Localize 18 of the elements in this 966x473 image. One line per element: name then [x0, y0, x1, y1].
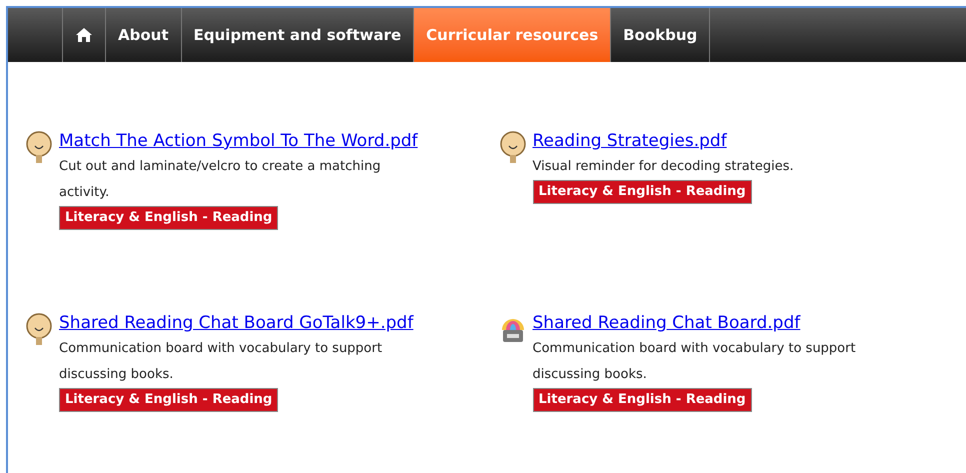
- file-link[interactable]: Reading Strategies.pdf: [532, 128, 727, 154]
- description: Communication board with vocabulary to support discussing books.: [532, 340, 857, 384]
- file-link[interactable]: Shared Reading Chat Board GoTalk9+.pdf: [59, 310, 414, 336]
- face-icon: [25, 312, 53, 346]
- description: Cut out and laminate/velcro to create a matching activity.: [59, 158, 382, 202]
- nav-tab[interactable]: Bookbug: [610, 8, 710, 62]
- nav-tab[interactable]: About: [105, 8, 181, 62]
- face-icon: [25, 130, 53, 164]
- description: Communication board with vocabulary to support discussing books.: [59, 340, 384, 384]
- file-link[interactable]: Shared Reading Chat Board.pdf: [532, 310, 800, 336]
- description: Visual reminder for decoding strategies.: [532, 158, 794, 176]
- category-tag[interactable]: Literacy & English - Reading: [532, 180, 752, 204]
- file-link[interactable]: Match The Action Symbol To The Word.pdf: [59, 128, 418, 154]
- category-tag[interactable]: Literacy & English - Reading: [59, 206, 278, 230]
- category-tag[interactable]: Literacy & English - Reading: [59, 388, 278, 412]
- home-icon: [75, 27, 93, 43]
- face-icon: [498, 130, 526, 164]
- category-tag[interactable]: Literacy & English - Reading: [532, 388, 752, 412]
